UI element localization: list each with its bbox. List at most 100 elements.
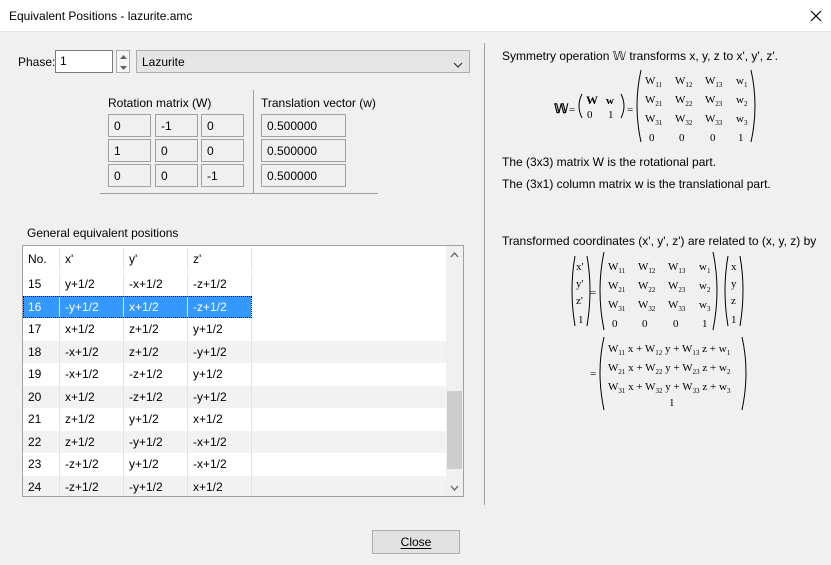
svg-text:0: 0 bbox=[612, 318, 618, 330]
phase-input[interactable]: 1 bbox=[55, 50, 113, 73]
cell-y: -y+1/2 bbox=[124, 430, 188, 453]
svg-text:W23: W23 bbox=[668, 280, 686, 294]
svg-text:W21: W21 bbox=[645, 94, 663, 108]
table-row[interactable]: 21 z+1/2 y+1/2 x+1/2 bbox=[23, 408, 252, 431]
row-number: 18 bbox=[23, 340, 60, 363]
svg-text:0: 0 bbox=[673, 318, 679, 330]
svg-text:=: = bbox=[590, 368, 596, 380]
svg-text:0: 0 bbox=[710, 132, 716, 144]
svg-text:1: 1 bbox=[608, 109, 614, 121]
svg-text:W31: W31 bbox=[608, 299, 626, 313]
column-header[interactable]: y' bbox=[124, 248, 188, 271]
cell-y: -z+1/2 bbox=[124, 385, 188, 408]
table-row[interactable]: 17 x+1/2 z+1/2 y+1/2 bbox=[23, 318, 252, 341]
rotation-cell: 0 bbox=[155, 139, 198, 162]
cell-y: -x+1/2 bbox=[124, 273, 188, 296]
table-row-selected[interactable]: 16 -y+1/2 x+1/2 -z+1/2 bbox=[23, 295, 252, 318]
spin-down-icon[interactable] bbox=[117, 62, 129, 73]
rotation-cell: 0 bbox=[155, 164, 198, 187]
column-header[interactable]: z' bbox=[188, 248, 252, 271]
svg-text:W11: W11 bbox=[645, 75, 663, 89]
cell-z: x+1/2 bbox=[188, 408, 252, 431]
svg-text:W11: W11 bbox=[608, 261, 626, 275]
vertical-scrollbar[interactable] bbox=[446, 246, 463, 496]
svg-text:1: 1 bbox=[738, 132, 744, 144]
panel-divider bbox=[484, 43, 485, 505]
column-header[interactable]: No. bbox=[23, 248, 60, 271]
cell-z: -z+1/2 bbox=[188, 273, 252, 296]
scroll-up-icon[interactable] bbox=[446, 246, 463, 263]
cell-x: z+1/2 bbox=[60, 430, 124, 453]
svg-text:1: 1 bbox=[731, 314, 737, 326]
rotation-matrix-title: Rotation matrix (W) bbox=[108, 96, 212, 110]
svg-text:1: 1 bbox=[702, 318, 708, 330]
svg-text:x': x' bbox=[576, 261, 584, 273]
svg-text:=: = bbox=[627, 104, 633, 116]
table-row[interactable]: 18 -x+1/2 z+1/2 -y+1/2 bbox=[23, 340, 447, 363]
info-line-3: The (3x1) column matrix w is the transla… bbox=[502, 177, 771, 191]
close-window-icon[interactable] bbox=[801, 0, 831, 32]
svg-text:0: 0 bbox=[679, 132, 685, 144]
cell-z: -x+1/2 bbox=[188, 453, 252, 476]
cell-y: z+1/2 bbox=[124, 318, 188, 341]
cell-x: z+1/2 bbox=[60, 408, 124, 431]
rotation-cell: -1 bbox=[155, 114, 198, 137]
cell-x: -x+1/2 bbox=[60, 363, 124, 386]
svg-text:=: = bbox=[569, 104, 575, 116]
table-row[interactable]: 19 -x+1/2 -z+1/2 y+1/2 bbox=[23, 363, 252, 386]
cell-z: -z+1/2 bbox=[188, 295, 252, 318]
cell-y: z+1/2 bbox=[124, 340, 188, 363]
spin-up-icon[interactable] bbox=[117, 51, 129, 62]
rotation-cell: 0 bbox=[201, 114, 244, 137]
svg-text:W33: W33 bbox=[705, 113, 723, 127]
info-line-2: The (3x3) matrix W is the rotational par… bbox=[502, 155, 717, 169]
cell-x: -x+1/2 bbox=[60, 340, 124, 363]
table-row[interactable]: 15 y+1/2 -x+1/2 -z+1/2 bbox=[23, 273, 252, 296]
svg-text:W32: W32 bbox=[638, 299, 656, 313]
close-button-label: Close bbox=[400, 535, 432, 549]
close-button[interactable]: Close bbox=[372, 530, 460, 554]
svg-text:W23: W23 bbox=[705, 94, 723, 108]
cell-z: x+1/2 bbox=[188, 475, 252, 496]
svg-text:1: 1 bbox=[669, 397, 675, 409]
cell-z: y+1/2 bbox=[188, 363, 252, 386]
phase-select[interactable]: Lazurite bbox=[136, 50, 470, 73]
translation-cell: 0.500000 bbox=[261, 164, 346, 187]
symmetry-formula: 𝕎 = W w 0 1 = W11 W12 W13 w1 W21 W22 W23… bbox=[554, 69, 756, 144]
svg-text:=: = bbox=[590, 287, 596, 299]
cell-x: y+1/2 bbox=[60, 273, 124, 296]
row-number: 19 bbox=[23, 363, 60, 386]
svg-text:W13: W13 bbox=[668, 261, 686, 275]
cell-x: -z+1/2 bbox=[60, 453, 124, 476]
cell-y: y+1/2 bbox=[124, 453, 188, 476]
svg-text:W32: W32 bbox=[675, 113, 693, 127]
row-number: 17 bbox=[23, 318, 60, 341]
phase-spinner[interactable] bbox=[116, 50, 130, 73]
svg-text:W11 x + W12 y + W13 z + w1: W11 x + W12 y + W13 z + w1 bbox=[608, 343, 731, 357]
table-row[interactable]: 23 -z+1/2 y+1/2 -x+1/2 bbox=[23, 453, 252, 476]
svg-text:0: 0 bbox=[587, 109, 593, 121]
cell-z: -x+1/2 bbox=[188, 430, 252, 453]
translation-cell: 0.500000 bbox=[261, 114, 346, 137]
table-row[interactable]: 22 z+1/2 -y+1/2 -x+1/2 bbox=[23, 430, 447, 453]
translation-cell: 0.500000 bbox=[261, 139, 346, 162]
scrollbar-thumb[interactable] bbox=[447, 391, 462, 469]
svg-text:1: 1 bbox=[578, 314, 584, 326]
positions-grid[interactable]: No. x' y' z' 15 y+1/2 -x+1/2 -z+1/2 16 -… bbox=[22, 245, 464, 497]
svg-text:z': z' bbox=[576, 295, 583, 307]
scroll-down-icon[interactable] bbox=[446, 479, 463, 496]
table-row[interactable]: 20 x+1/2 -z+1/2 -y+1/2 bbox=[23, 385, 447, 408]
cell-y: x+1/2 bbox=[124, 295, 188, 318]
svg-text:W22: W22 bbox=[675, 94, 693, 108]
column-header[interactable]: x' bbox=[60, 248, 124, 271]
rotation-cell: 0 bbox=[201, 139, 244, 162]
svg-text:w1: w1 bbox=[736, 75, 748, 89]
row-number: 23 bbox=[23, 453, 60, 476]
svg-text:W21: W21 bbox=[608, 280, 626, 294]
table-row[interactable]: 24 -z+1/2 -y+1/2 x+1/2 bbox=[23, 475, 447, 496]
svg-text:W12: W12 bbox=[675, 75, 693, 89]
row-number: 22 bbox=[23, 430, 60, 453]
row-number: 21 bbox=[23, 408, 60, 431]
svg-text:z: z bbox=[731, 295, 736, 307]
svg-text:W31 x + W32 y + W33 z + w3: W31 x + W32 y + W33 z + w3 bbox=[608, 381, 731, 395]
